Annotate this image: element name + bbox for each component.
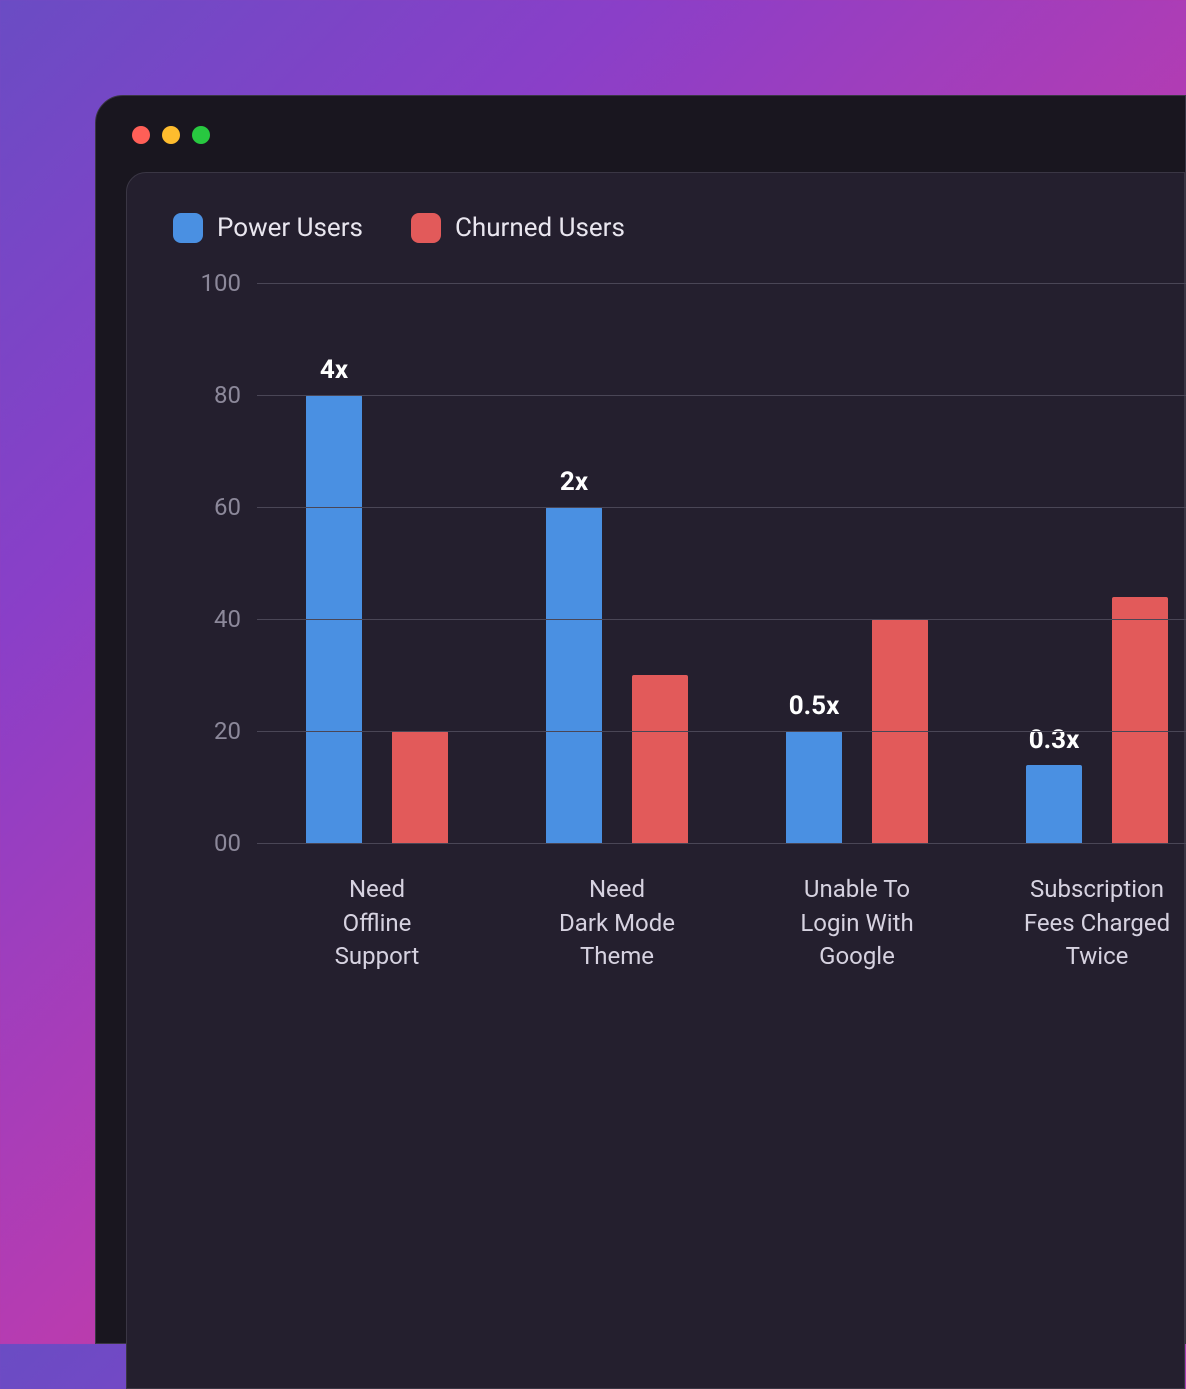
legend-swatch-red-icon <box>411 213 441 243</box>
gridline <box>257 283 1186 284</box>
y-tick-label: 100 <box>201 269 241 297</box>
x-tick-label: Need Offline Support <box>257 873 497 974</box>
x-tick-label: Subscription Fees Charged Twice <box>977 873 1186 974</box>
gridline <box>257 395 1186 396</box>
chart-frame: 1008060402000 4x2x0.5x0.3x Need Offline … <box>177 283 1184 974</box>
legend-label: Power Users <box>217 213 363 243</box>
window-close-icon[interactable] <box>132 126 150 144</box>
chart-panel: Power Users Churned Users 1008060402000 … <box>126 172 1185 1389</box>
bar-group: 0.3x <box>977 283 1186 843</box>
gridline <box>257 843 1186 844</box>
bar-power-users: 2x <box>546 507 602 843</box>
plot-area: 4x 2x 0.5x 0.3x <box>257 283 1186 843</box>
y-tick-label: 20 <box>214 717 241 745</box>
bar-ratio-label: 0.5x <box>789 691 840 721</box>
bar-churned-users <box>1112 597 1168 843</box>
window-minimize-icon[interactable] <box>162 126 180 144</box>
bar-power-users: 0.3x <box>1026 765 1082 843</box>
bar-ratio-label: 2x <box>560 467 588 497</box>
bar-churned-users <box>392 731 448 843</box>
legend-item-churned-users: Churned Users <box>411 213 625 243</box>
bar-group: 2x <box>497 283 737 843</box>
legend-item-power-users: Power Users <box>173 213 363 243</box>
y-tick-label: 40 <box>214 605 241 633</box>
gridline <box>257 619 1186 620</box>
x-tick-label: Unable To Login With Google <box>737 873 977 974</box>
y-axis: 1008060402000 <box>177 283 241 843</box>
bar-churned-users <box>632 675 688 843</box>
x-tick-label: Need Dark Mode Theme <box>497 873 737 974</box>
bar-group: 0.5x <box>737 283 977 843</box>
y-tick-label: 00 <box>214 829 241 857</box>
bar-ratio-label: 4x <box>320 355 348 385</box>
legend-label: Churned Users <box>455 213 625 243</box>
bar-groups: 4x 2x 0.5x 0.3x <box>257 283 1186 843</box>
window-zoom-icon[interactable] <box>192 126 210 144</box>
bar-power-users: 0.5x <box>786 731 842 843</box>
y-tick-label: 80 <box>214 381 241 409</box>
bar-group: 4x <box>257 283 497 843</box>
app-window: Power Users Churned Users 1008060402000 … <box>95 95 1186 1344</box>
window-traffic-lights <box>132 126 1185 144</box>
legend-swatch-blue-icon <box>173 213 203 243</box>
x-axis-labels: Need Offline SupportNeed Dark Mode Theme… <box>257 873 1186 974</box>
chart-legend: Power Users Churned Users <box>173 213 1184 243</box>
bar-ratio-label: 0.3x <box>1029 725 1080 755</box>
gridline <box>257 731 1186 732</box>
gridline <box>257 507 1186 508</box>
y-tick-label: 60 <box>214 493 241 521</box>
